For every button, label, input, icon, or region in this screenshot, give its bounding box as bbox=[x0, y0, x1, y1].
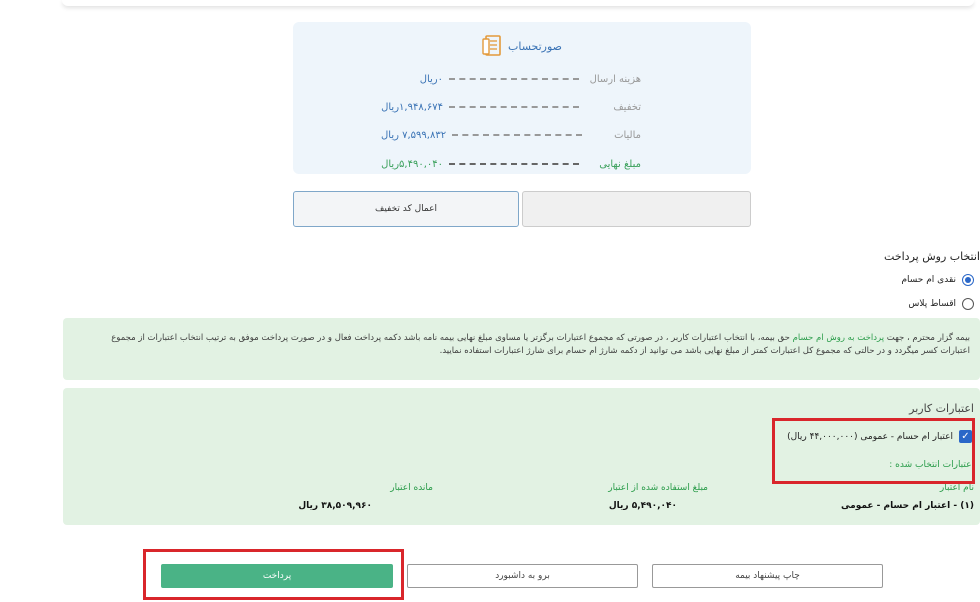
invoice-row-value: ۰ریال bbox=[419, 73, 443, 85]
radio-button[interactable] bbox=[962, 298, 974, 310]
payment-option-installments[interactable]: اقساط پلاس bbox=[908, 298, 974, 310]
notice-text: بیمه گزار محترم ، جهت bbox=[884, 333, 970, 343]
credits-heading: اعتبارات کاربر bbox=[909, 402, 974, 415]
payment-option-label: نقدی ام حسام bbox=[901, 275, 956, 285]
invoice-row-label: مالیات bbox=[614, 129, 641, 141]
column-header-remaining: مانده اعتبار bbox=[390, 483, 433, 493]
invoice-card: صورتحساب هزینه ارسال ۰ریال تخفیف ۱,۹۴۸,۶… bbox=[293, 22, 751, 174]
invoice-row-shipping: هزینه ارسال ۰ریال bbox=[381, 72, 641, 86]
payment-method-title: انتخاب روش پرداخت bbox=[884, 250, 980, 263]
discount-code-input[interactable] bbox=[522, 191, 751, 227]
notice-highlight: پرداخت به روش ام حسام bbox=[792, 333, 885, 343]
column-header-name: نام اعتبار bbox=[939, 483, 974, 493]
invoice-row-value: ۷,۵۹۹,۸۳۲ ریال bbox=[381, 129, 447, 141]
apply-discount-button[interactable]: اعمال کد تخفیف bbox=[293, 191, 519, 227]
credit-used-value: ۵,۴۹۰,۰۴۰ ریال bbox=[608, 501, 677, 511]
go-to-dashboard-button[interactable]: برو به داشبورد bbox=[407, 564, 638, 588]
invoice-row-discount: تخفیف ۱,۹۴۸,۶۷۴ریال bbox=[381, 100, 641, 114]
invoice-row-label: هزینه ارسال bbox=[589, 73, 641, 85]
invoice-header: صورتحساب bbox=[293, 34, 751, 58]
credit-name-value: (۱) - اعتبار ام حسام - عمومی bbox=[841, 501, 974, 511]
dash-divider bbox=[452, 134, 583, 136]
print-proposal-button[interactable]: چاپ پیشنهاد بیمه bbox=[652, 564, 883, 588]
dash-divider bbox=[449, 78, 579, 80]
info-notice: بیمه گزار محترم ، جهت پرداخت به روش ام ح… bbox=[63, 318, 980, 380]
notice-line-2: اعتبارات کسر میگردد و در حالتی که مجموع … bbox=[439, 346, 970, 356]
invoice-row-label: تخفیف bbox=[613, 101, 641, 113]
top-card-edge bbox=[62, 0, 974, 6]
column-header-used: مبلغ استفاده شده از اعتبار bbox=[608, 483, 708, 493]
notice-text: حق بیمه، با انتخاب اعتبارات کاربر ، در ص… bbox=[111, 333, 793, 343]
invoice-row-value: ۵,۴۹۰,۰۴۰ریال bbox=[381, 158, 443, 170]
invoice-row-label: مبلغ نهایی bbox=[599, 158, 641, 170]
payment-option-label: اقساط پلاس bbox=[908, 299, 956, 309]
credit-remaining-value: ۳۸,۵۰۹,۹۶۰ ریال bbox=[298, 501, 372, 511]
receipt-icon bbox=[482, 35, 501, 56]
payment-option-cash[interactable]: نقدی ام حسام bbox=[901, 274, 974, 286]
dash-divider bbox=[449, 106, 579, 108]
highlight-box-pay bbox=[143, 549, 404, 600]
notice-line-1: بیمه گزار محترم ، جهت پرداخت به روش ام ح… bbox=[73, 332, 970, 345]
invoice-title: صورتحساب bbox=[507, 39, 563, 53]
invoice-row-final: مبلغ نهایی ۵,۴۹۰,۰۴۰ریال bbox=[381, 157, 641, 171]
radio-button[interactable] bbox=[962, 274, 974, 286]
invoice-row-tax: مالیات ۷,۵۹۹,۸۳۲ ریال bbox=[381, 128, 641, 142]
highlight-box-credit bbox=[772, 418, 975, 484]
invoice-row-value: ۱,۹۴۸,۶۷۴ریال bbox=[381, 101, 443, 113]
dash-divider bbox=[449, 163, 579, 165]
